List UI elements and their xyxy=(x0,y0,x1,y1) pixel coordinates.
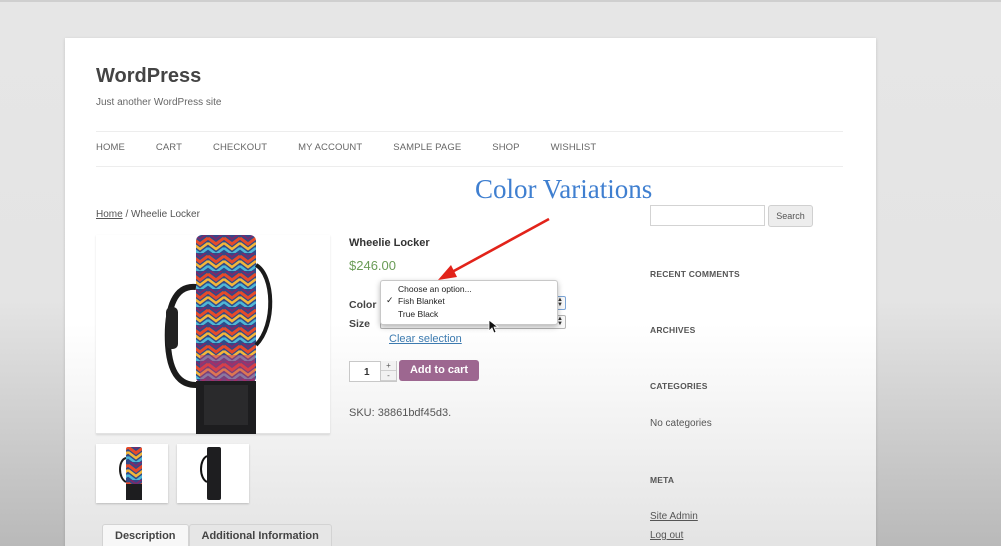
log-out-link[interactable]: Log out xyxy=(650,530,683,541)
page-container: WordPress Just another WordPress site HO… xyxy=(65,38,876,546)
widget-archives-title: ARCHIVES xyxy=(650,325,696,335)
clear-selection-link[interactable]: Clear selection xyxy=(389,333,462,345)
wheelie-locker-image xyxy=(164,235,273,434)
nav-home[interactable]: HOME xyxy=(96,142,125,153)
quantity-decrease-button[interactable]: - xyxy=(381,371,396,381)
site-tagline: Just another WordPress site xyxy=(96,97,222,108)
product-main-image[interactable] xyxy=(96,235,330,434)
quantity-increase-button[interactable]: + xyxy=(381,361,396,371)
product-tabs: Description Additional Information xyxy=(102,524,332,546)
search-input[interactable] xyxy=(650,205,765,226)
size-label: Size xyxy=(349,318,371,330)
nav-wishlist[interactable]: WISHLIST xyxy=(551,142,597,153)
mouse-pointer-icon xyxy=(488,319,500,334)
product-thumbnail-2[interactable] xyxy=(177,444,249,503)
nav-cart[interactable]: CART xyxy=(156,142,182,153)
nav-checkout[interactable]: CHECKOUT xyxy=(213,142,267,153)
site-admin-link[interactable]: Site Admin xyxy=(650,511,698,522)
thumbnail-image-patterned xyxy=(119,447,142,500)
site-title[interactable]: WordPress xyxy=(96,65,201,88)
color-label: Color xyxy=(349,299,377,311)
no-categories-text: No categories xyxy=(650,418,712,429)
breadcrumb: Home / Wheelie Locker xyxy=(96,209,200,220)
breadcrumb-current: Wheelie Locker xyxy=(131,209,200,220)
option-true-black[interactable]: True Black xyxy=(398,309,438,319)
thumbnail-image-black xyxy=(200,447,221,500)
nav-sample-page[interactable]: SAMPLE PAGE xyxy=(393,142,461,153)
option-choose[interactable]: Choose an option... xyxy=(398,284,472,294)
widget-recent-comments-title: RECENT COMMENTS xyxy=(650,269,740,279)
search-button[interactable]: Search xyxy=(768,205,813,227)
main-nav: HOME CART CHECKOUT MY ACCOUNT SAMPLE PAG… xyxy=(96,142,596,153)
color-dropdown-menu: Choose an option... ✓ Fish Blanket True … xyxy=(380,280,558,325)
widget-categories-title: CATEGORIES xyxy=(650,381,708,391)
quantity-stepper: + - xyxy=(380,361,396,382)
tab-description[interactable]: Description xyxy=(102,524,189,546)
nav-bottom-divider xyxy=(96,166,843,167)
nav-shop[interactable]: SHOP xyxy=(492,142,519,153)
add-to-cart-button[interactable]: Add to cart xyxy=(399,360,479,381)
option-fish-blanket[interactable]: Fish Blanket xyxy=(398,296,445,306)
nav-my-account[interactable]: MY ACCOUNT xyxy=(298,142,362,153)
nav-top-divider xyxy=(96,131,843,132)
breadcrumb-home-link[interactable]: Home xyxy=(96,209,123,220)
tab-additional-information[interactable]: Additional Information xyxy=(188,524,332,546)
product-title: Wheelie Locker xyxy=(349,237,430,249)
product-price: $246.00 xyxy=(349,258,396,273)
product-sku: SKU: 38861bdf45d3. xyxy=(349,407,452,419)
checkmark-icon: ✓ xyxy=(386,295,394,305)
product-thumbnail-1[interactable] xyxy=(96,444,168,503)
annotation-label: Color Variations xyxy=(475,174,653,204)
breadcrumb-separator: / xyxy=(122,209,132,220)
widget-meta-title: META xyxy=(650,475,675,485)
top-border xyxy=(0,0,1001,2)
